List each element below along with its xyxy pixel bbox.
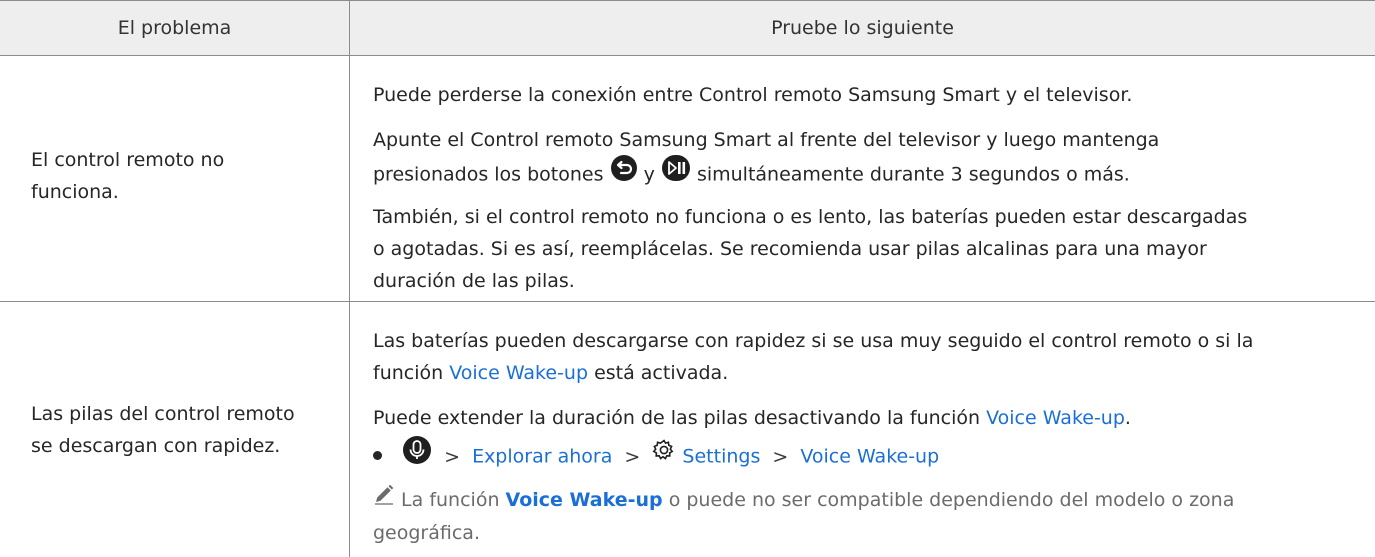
row2-solution-p1: Las baterías pueden descargarse con rapi…	[373, 325, 1363, 389]
row2-p1-text-b: está activada.	[594, 362, 729, 384]
voice-wakeup-link[interactable]: Voice Wake-up	[506, 489, 663, 511]
note-text-a: La función	[401, 489, 500, 511]
bullet-icon	[373, 450, 382, 460]
chevron-right-icon: >	[624, 445, 641, 468]
note-line1: La función Voice Wake-up o puede no ser …	[373, 484, 1363, 517]
row2-problem-line1: Las pilas del control remoto	[31, 403, 295, 425]
row1-problem-line2: funciona.	[31, 181, 119, 203]
row-divider	[0, 301, 1375, 302]
row1-problem-line1: El control remoto no	[31, 149, 225, 171]
row1-p3-line2: o agotadas. Si es así, reemplácelas. Se …	[373, 238, 1207, 260]
menu-path: > Explorar ahora > Settings > Voice Wake…	[373, 435, 1363, 477]
column-divider	[349, 0, 350, 557]
note: La función Voice Wake-up o puede no ser …	[373, 484, 1363, 549]
row1-p3-line1: También, si el control remoto no funcion…	[373, 206, 1248, 228]
note-pencil-icon	[373, 483, 395, 515]
row2-problem-line2: se descargan con rapidez.	[31, 435, 281, 457]
path-explorar-ahora[interactable]: Explorar ahora	[472, 446, 612, 468]
row2-p1-text-a: función	[373, 362, 444, 384]
chevron-right-icon: >	[444, 445, 461, 468]
table-header: El problema Pruebe lo siguiente	[0, 0, 1375, 56]
row1-p2-line2: presionados los botones y simultáneament…	[373, 154, 1363, 194]
row1-p2-text-b: y	[643, 163, 655, 186]
voice-wakeup-link[interactable]: Voice Wake-up	[986, 407, 1125, 429]
row2-p1-line1: Las baterías pueden descargarse con rapi…	[373, 330, 1254, 352]
return-button-icon	[610, 154, 638, 192]
row2-p2-text-b: .	[1124, 407, 1131, 429]
row2-p2-text-a: Puede extender la duración de las pilas …	[373, 407, 981, 429]
row1-p2-text-c: simultáneamente durante 3 segundos o más…	[696, 163, 1130, 186]
voice-wakeup-link[interactable]: Voice Wake-up	[449, 362, 588, 384]
microphone-button-icon	[402, 435, 432, 475]
path-voice-wakeup[interactable]: Voice Wake-up	[800, 446, 939, 468]
play-pause-button-icon	[661, 154, 691, 192]
path-settings[interactable]: Settings	[682, 446, 760, 468]
row1-solution-p3: También, si el control remoto no funcion…	[373, 201, 1363, 297]
header-problem: El problema	[117, 17, 232, 39]
row1-problem: El control remoto no funciona.	[31, 144, 331, 208]
row2-solution-p2: Puede extender la duración de las pilas …	[373, 402, 1363, 434]
note-text-b: o puede no ser compatible dependiendo de…	[668, 489, 1235, 511]
header-solution: Pruebe lo siguiente	[771, 17, 954, 39]
troubleshooting-table: El problema Pruebe lo siguiente El contr…	[0, 0, 1375, 557]
row1-solution-p1: Puede perderse la conexión entre Control…	[373, 84, 1133, 106]
row1-p2-line1: Apunte el Control remoto Samsung Smart a…	[373, 129, 1160, 151]
chevron-right-icon: >	[772, 445, 789, 468]
row2-problem: Las pilas del control remoto se descarga…	[31, 398, 331, 462]
row2-p1-line2: función Voice Wake-up está activada.	[373, 357, 1363, 389]
settings-gear-icon	[652, 438, 676, 472]
row1-solution-p2: Apunte el Control remoto Samsung Smart a…	[373, 124, 1363, 194]
row1-p3-line3: duración de las pilas.	[373, 270, 575, 292]
note-line2: geográfica.	[373, 521, 480, 544]
row1-p2-text-a: presionados los botones	[373, 163, 604, 186]
